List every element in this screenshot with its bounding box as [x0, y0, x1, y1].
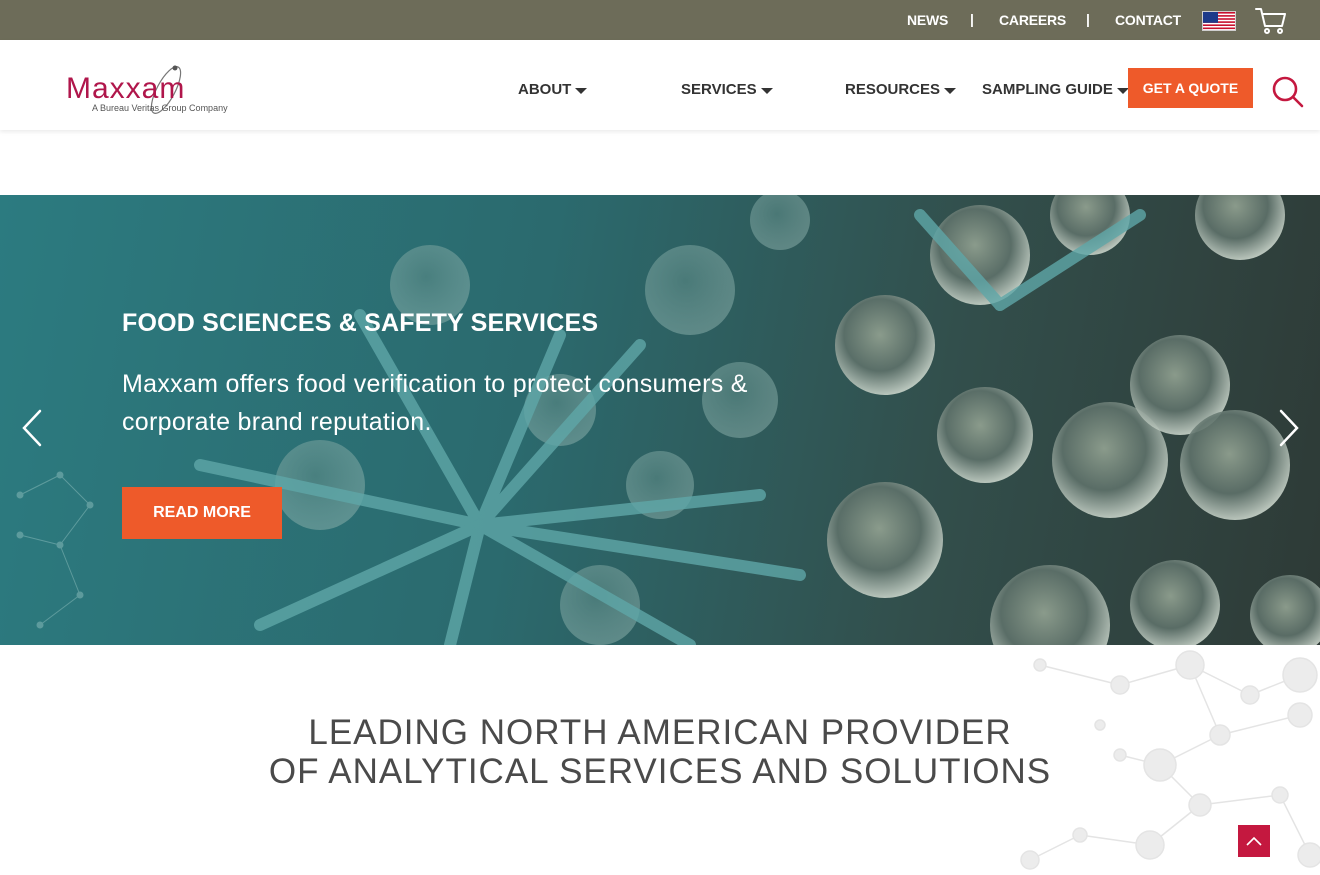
nav-resources[interactable]: RESOURCES	[845, 81, 957, 98]
intro-heading-line-2: OF ANALYTICAL SERVICES AND SOLUTIONS	[268, 752, 1052, 791]
separator: |	[970, 11, 974, 27]
utility-bar: NEWS | CAREERS | CONTACT	[0, 0, 1320, 40]
maxxam-logo[interactable]: Maxxam A Bureau Veritas Group Company	[66, 62, 236, 122]
caret-down-icon	[575, 87, 588, 94]
arrow-up-icon	[1246, 836, 1262, 846]
nav-about[interactable]: ABOUT	[518, 81, 588, 98]
nav-services[interactable]: SERVICES	[681, 81, 773, 98]
chevron-left-icon[interactable]	[20, 408, 44, 448]
caret-down-icon	[760, 87, 773, 94]
get-a-quote-button[interactable]: GET A QUOTE	[1128, 68, 1253, 108]
chevron-right-icon[interactable]	[1277, 408, 1301, 448]
logo-wordmark: Maxxam	[66, 72, 186, 105]
back-to-top-button[interactable]	[1238, 825, 1270, 857]
nav-sampling-guide[interactable]: SAMPLING GUIDE	[982, 81, 1129, 98]
cart-icon[interactable]	[1254, 6, 1288, 36]
nav-about-label: ABOUT	[518, 81, 572, 98]
search-icon[interactable]	[1271, 75, 1305, 109]
caret-down-icon	[944, 87, 957, 94]
hero-description: Maxxam offers food verification to prote…	[122, 370, 748, 436]
read-more-button[interactable]: READ MORE	[122, 487, 282, 539]
nav-sampling-guide-label: SAMPLING GUIDE	[982, 81, 1113, 98]
careers-link[interactable]: CAREERS	[999, 12, 1066, 28]
hero-title: FOOD SCIENCES & SAFETY SERVICES	[122, 309, 599, 337]
logo-tagline: A Bureau Veritas Group Company	[92, 103, 228, 113]
contact-link[interactable]: CONTACT	[1115, 12, 1181, 28]
news-link[interactable]: NEWS	[907, 12, 948, 28]
nav-resources-label: RESOURCES	[845, 81, 941, 98]
nav-services-label: SERVICES	[681, 81, 757, 98]
intro-section: LEADING NORTH AMERICAN PROVIDER OF ANALY…	[0, 645, 1320, 875]
separator: |	[1086, 11, 1090, 27]
us-flag-icon[interactable]	[1202, 11, 1236, 31]
main-header: Maxxam A Bureau Veritas Group Company AB…	[0, 40, 1320, 130]
intro-heading-line-1: LEADING NORTH AMERICAN PROVIDER	[308, 713, 1012, 752]
hero-slider: FOOD SCIENCES & SAFETY SERVICES Maxxam o…	[0, 195, 1320, 645]
